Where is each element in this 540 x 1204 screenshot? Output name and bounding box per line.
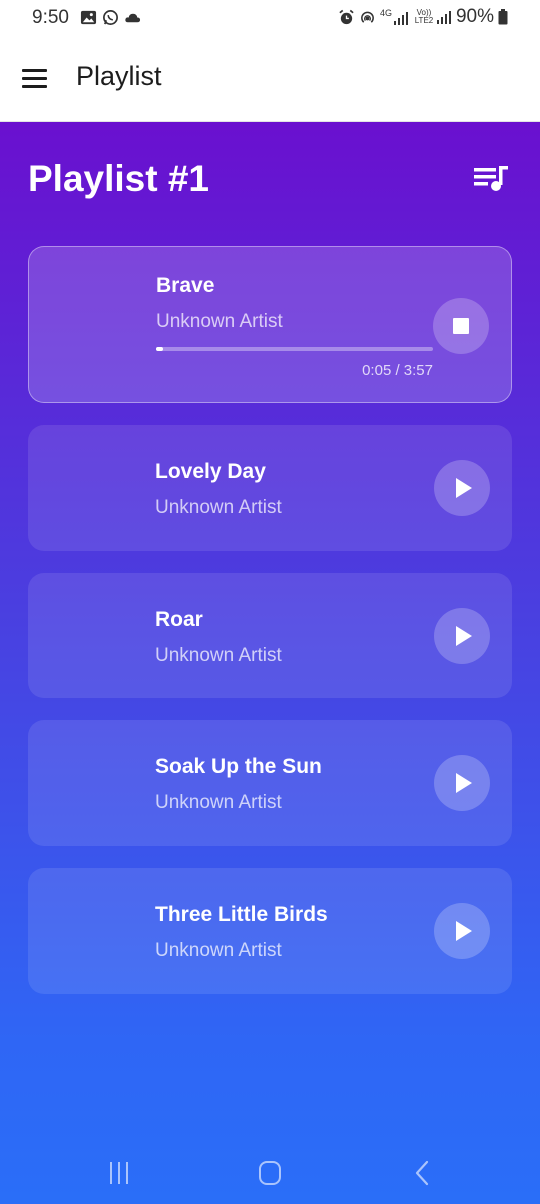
track-time: 0:05 / 3:57 xyxy=(362,362,433,379)
track-card-lovely-day[interactable]: Lovely Day Unknown Artist xyxy=(28,425,512,551)
home-icon[interactable] xyxy=(259,1161,281,1185)
track-artist: Unknown Artist xyxy=(155,940,282,961)
play-button[interactable] xyxy=(434,903,490,959)
track-title: Three Little Birds xyxy=(155,903,328,926)
queue-music-icon[interactable] xyxy=(472,162,510,194)
track-artist: Unknown Artist xyxy=(155,645,282,666)
progress-fill xyxy=(156,347,163,351)
app-bar: Playlist xyxy=(0,38,540,122)
track-artist: Unknown Artist xyxy=(156,311,283,332)
track-card-brave[interactable]: Brave Unknown Artist 0:05 / 3:57 xyxy=(28,246,512,403)
track-card-soak-up-the-sun[interactable]: Soak Up the Sun Unknown Artist xyxy=(28,720,512,846)
status-time: 9:50 xyxy=(32,7,69,28)
play-icon xyxy=(456,626,472,646)
battery-percent: 90% xyxy=(455,6,494,27)
play-icon xyxy=(456,921,472,941)
stop-button[interactable] xyxy=(433,298,489,354)
play-icon xyxy=(456,478,472,498)
play-button[interactable] xyxy=(434,460,490,516)
stop-icon xyxy=(453,318,469,334)
track-artist: Unknown Artist xyxy=(155,792,282,813)
recent-apps-icon[interactable] xyxy=(108,1162,132,1184)
status-left-icons xyxy=(80,9,141,26)
track-progress-bar[interactable] xyxy=(156,347,433,351)
track-title: Soak Up the Sun xyxy=(155,755,322,778)
cloud-icon xyxy=(125,13,141,23)
whatsapp-icon xyxy=(103,10,118,25)
track-title: Lovely Day xyxy=(155,460,266,483)
4g-signal-icon: 4G xyxy=(379,7,409,26)
track-card-roar[interactable]: Roar Unknown Artist xyxy=(28,573,512,698)
alarm-icon xyxy=(339,9,354,24)
track-card-three-little-birds[interactable]: Three Little Birds Unknown Artist xyxy=(28,868,512,994)
hotspot-icon xyxy=(361,11,374,23)
track-title: Roar xyxy=(155,608,203,631)
app-title: Playlist xyxy=(76,61,162,91)
status-bar: 9:50 4G Vo)) LTE2 90% xyxy=(0,0,540,38)
menu-icon[interactable] xyxy=(20,64,50,94)
system-nav-bar xyxy=(0,1140,540,1204)
play-button[interactable] xyxy=(434,755,490,811)
volte-signal-icon: Vo)) LTE2 xyxy=(413,9,452,25)
back-icon[interactable] xyxy=(412,1160,432,1186)
playlist-screen: Playlist #1 Brave Unknown Artist 0:05 / … xyxy=(0,122,540,1204)
image-icon xyxy=(80,10,97,25)
status-right-icons: 4G Vo)) LTE2 90% xyxy=(338,6,508,28)
track-artist: Unknown Artist xyxy=(155,497,282,518)
track-title: Brave xyxy=(156,274,215,297)
battery-icon xyxy=(498,9,508,25)
volte-label: Vo)) LTE2 xyxy=(414,8,434,25)
play-button[interactable] xyxy=(434,608,490,664)
playlist-title: Playlist #1 xyxy=(28,158,210,199)
play-icon xyxy=(456,773,472,793)
network-label: 4G xyxy=(379,7,392,18)
